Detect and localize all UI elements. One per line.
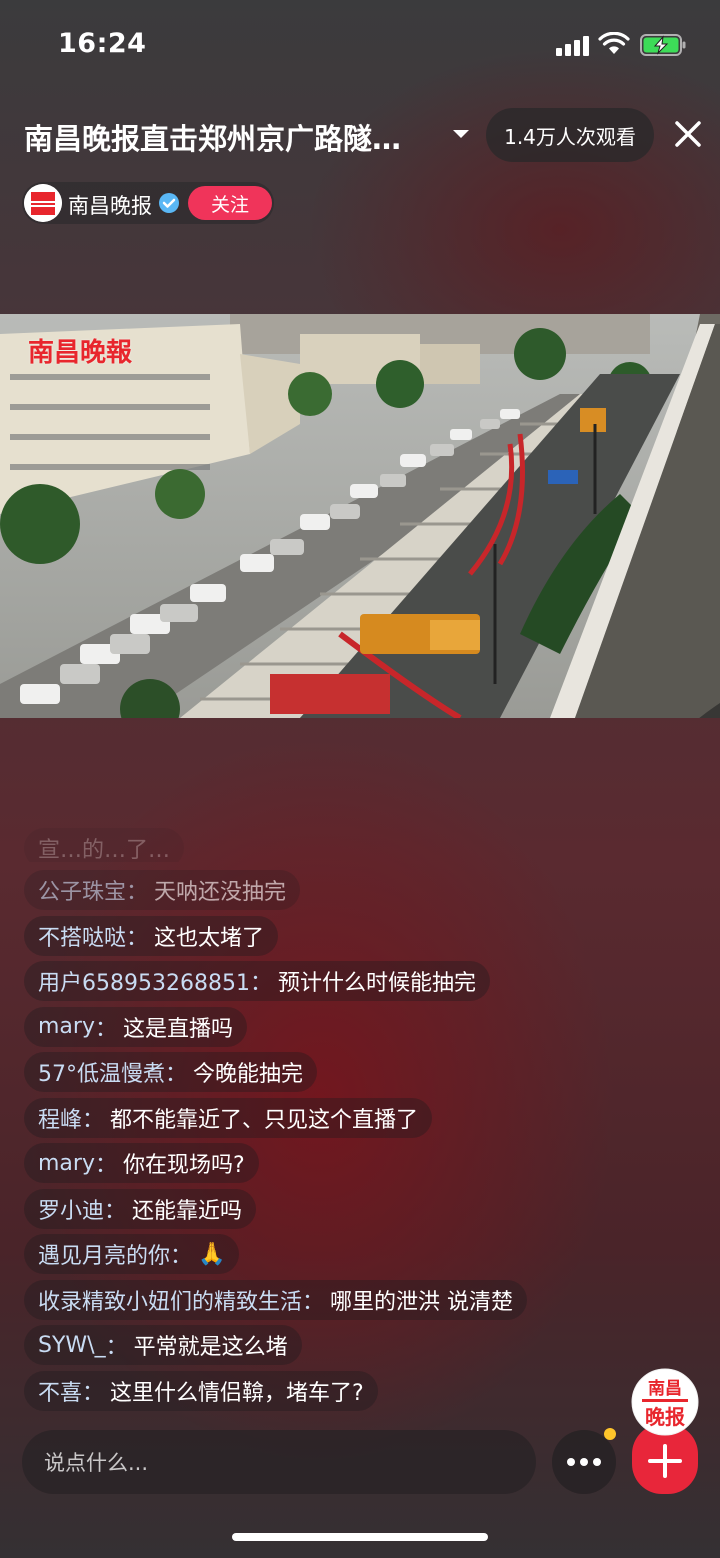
viewer-count[interactable]: 1.4万人次观看 [486,108,654,162]
wifi-icon [598,32,630,54]
chat-username[interactable]: 不搭哒哒 [38,920,126,952]
host-avatar[interactable] [24,184,62,222]
notification-dot [604,1428,616,1440]
chat-faded-message: 宣…的…了… [24,828,424,862]
home-indicator[interactable] [232,1533,488,1541]
chat-text: 预计什么时候能抽完 [277,971,476,996]
chat-text: 天呐还没抽完 [154,880,287,905]
chat-text: 这是直播吗 [123,1016,234,1042]
badge-text-line1: 南昌 [648,1378,682,1399]
chat-username[interactable]: SYW\_ [38,1333,106,1358]
chat-text: 这里什么情侣鞥，堵车了? [110,1380,364,1406]
chat-username[interactable]: 不喜 [38,1375,82,1407]
chat-username[interactable]: 程峰 [38,1102,82,1134]
chat-message: mary：你在现场吗? [24,1143,259,1183]
chat-username[interactable]: mary [38,1014,95,1039]
chat-text: 你在现场吗? [123,1153,245,1178]
chat-text: 平常就是这么堵 [133,1335,288,1360]
chat-faded-text: 宣…的…了… [24,828,185,862]
chat-message: 不搭哒哒：这也太堵了 [24,915,279,956]
chat-username[interactable]: 57°低温慢煮 [38,1056,165,1088]
chat-text: 哪里的泄洪 说清楚 [330,1289,514,1315]
follow-button[interactable]: 关注 [188,186,272,220]
verified-badge-icon [159,193,179,213]
chevron-down-icon[interactable] [450,126,472,142]
chat-username[interactable]: 罗小迪 [38,1193,104,1225]
chat-message: 罗小迪：还能靠近吗 [24,1188,257,1229]
chat-message: 用户658953268851：预计什么时候能抽完 [24,961,490,1001]
chat-username[interactable]: 公子珠宝 [38,874,126,906]
newspaper-logo-icon [24,184,62,222]
video-watermark-logo: 南昌晚報 [28,338,133,368]
more-options-icon[interactable] [552,1430,616,1494]
status-bar: 16:24 [0,0,720,92]
host-name[interactable]: 南昌晚报 [68,190,152,220]
chat-text: 这也太堵了 [154,925,265,951]
cellular-signal-icon [556,36,589,56]
chat-text: 今晚能抽完 [193,1062,304,1087]
chat-message: SYW\_：平常就是这么堵 [24,1325,302,1365]
chat-list[interactable]: 公子珠宝：天呐还没抽完 不搭哒哒：这也太堵了 用户658953268851：预计… [24,870,664,1416]
badge-text-line2: 晚报 [645,1405,685,1429]
newspaper-logo-badge-icon: 南昌 晚报 [631,1368,699,1494]
host-info[interactable]: 南昌晚报 关注 [22,182,274,224]
chat-username[interactable]: 收录精致小妞们的精致生活 [38,1284,302,1316]
battery-charging-icon [640,34,686,56]
chat-message: 不喜：这里什么情侣鞥，堵车了? [24,1370,378,1411]
chat-text: 还能靠近吗 [132,1198,243,1224]
chat-text: 都不能靠近了、只见这个直播了 [110,1107,419,1133]
chat-username[interactable]: 用户658953268851 [38,965,250,997]
chat-text: 🙏 [198,1241,226,1267]
live-video[interactable]: 南昌晚報 [0,314,720,718]
video-frame [0,314,720,718]
chat-message: 程峰：都不能靠近了、只见这个直播了 [24,1097,433,1138]
gift-button[interactable]: 南昌 晚报 [630,1368,700,1496]
chat-message: 公子珠宝：天呐还没抽完 [24,870,301,910]
live-title[interactable]: 南昌晚报直击郑州京广路隧… [24,116,444,158]
close-icon[interactable] [668,114,708,154]
chat-message: 收录精致小妞们的精致生活：哪里的泄洪 说清楚 [24,1279,528,1320]
chat-message: mary：这是直播吗 [24,1006,248,1047]
status-time: 16:24 [58,28,147,59]
chat-username[interactable]: mary [38,1151,95,1176]
comment-input[interactable]: 说点什么... [22,1430,536,1494]
chat-username[interactable]: 遇见月亮的你 [38,1238,170,1270]
chat-message: 57°低温慢煮：今晚能抽完 [24,1052,318,1092]
chat-message: 遇见月亮的你： 🙏 [24,1234,240,1274]
